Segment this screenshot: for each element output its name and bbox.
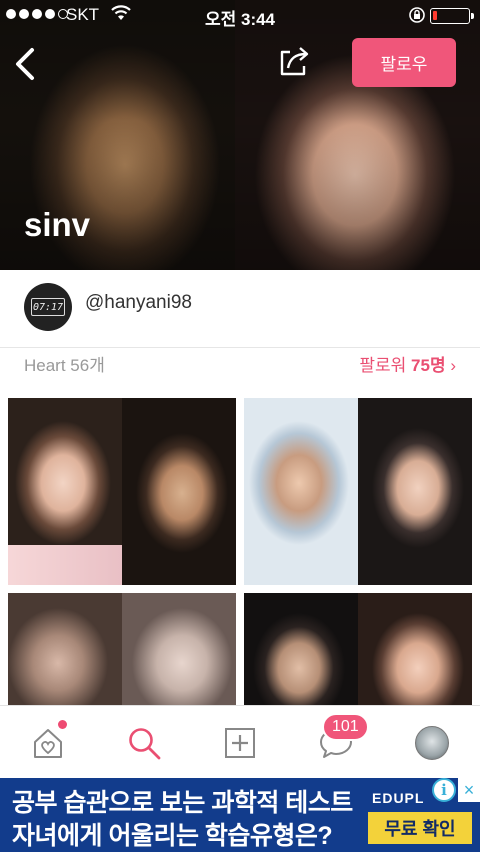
share-button[interactable] <box>276 44 312 80</box>
avatar-clock-text: 07:17 <box>31 298 65 316</box>
search-icon <box>129 727 161 759</box>
user-row[interactable]: 07:17 @hanyani98 <box>0 270 480 348</box>
grid-photo[interactable] <box>244 593 472 705</box>
ad-info-icon[interactable]: i <box>432 778 456 802</box>
status-bar: SKT 오전 3:44 <box>0 0 480 30</box>
ad-subheadline: 자녀에게 어울리는 학습유형은? <box>12 822 333 850</box>
username[interactable]: @hanyani98 <box>85 292 192 314</box>
back-button[interactable] <box>10 44 40 84</box>
photo-half-right <box>122 593 236 705</box>
rotation-lock-icon <box>409 7 425 23</box>
grid-photo[interactable] <box>244 398 472 585</box>
photo-half-left <box>8 398 122 585</box>
chevron-right-icon: › <box>450 356 456 375</box>
tab-search[interactable] <box>96 706 192 779</box>
follow-button[interactable]: 팔로우 <box>352 38 456 87</box>
grid-photo[interactable] <box>8 398 236 585</box>
add-box-icon <box>225 727 255 758</box>
share-icon <box>280 47 309 76</box>
ad-close-icon[interactable]: × <box>458 778 480 802</box>
followers-link[interactable]: 팔로워 75명 › <box>359 351 456 376</box>
photo-half-left <box>244 593 358 705</box>
tab-home[interactable] <box>0 706 96 779</box>
grid-photo[interactable] <box>8 593 236 705</box>
tab-profile[interactable] <box>384 706 480 779</box>
battery-level <box>433 11 437 20</box>
photo-half-left <box>8 593 122 705</box>
profile-avatar-icon <box>415 725 449 760</box>
notification-dot <box>58 720 67 729</box>
chevron-left-icon <box>16 48 34 80</box>
ad-cta-button[interactable]: 무료 확인 <box>368 812 472 844</box>
stats-row: Heart 56개 팔로워 75명 › <box>0 348 480 396</box>
photo-half-right <box>358 398 472 585</box>
avatar[interactable]: 07:17 <box>24 283 72 331</box>
profile-title: sinv <box>24 206 91 243</box>
photo-half-right <box>122 398 236 585</box>
home-heart-icon <box>34 728 62 758</box>
ad-headline: 공부 습관으로 보는 과학적 테스트 <box>12 789 353 817</box>
photo-half-left <box>244 398 358 585</box>
followers-label: 팔로워 <box>359 356 407 375</box>
heart-count: Heart 56개 <box>24 356 105 375</box>
followers-count: 75명 <box>411 356 446 375</box>
message-count-badge: 101 <box>322 713 369 741</box>
tab-add[interactable] <box>192 706 288 779</box>
battery-icon <box>430 8 474 24</box>
bottom-tab-bar <box>0 705 480 778</box>
ad-brand-logo: EDUPL <box>372 790 425 806</box>
photo-half-right <box>358 593 472 705</box>
